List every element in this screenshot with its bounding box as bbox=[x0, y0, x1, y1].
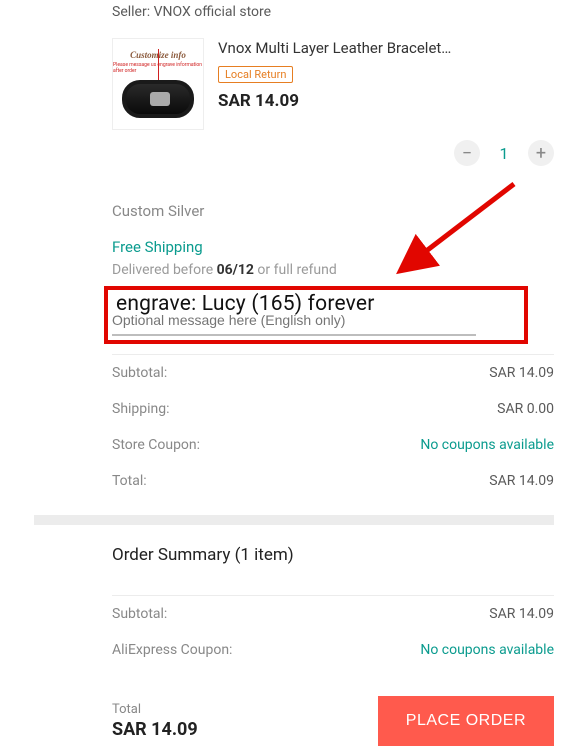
quantity-stepper: − 1 + bbox=[34, 134, 554, 176]
store-subtotal-row: Subtotal: SAR 14.09 bbox=[112, 355, 554, 391]
row-value[interactable]: No coupons available bbox=[420, 437, 554, 453]
bottom-total-value: SAR 14.09 bbox=[112, 719, 198, 740]
bottom-total-label: Total bbox=[112, 702, 198, 717]
product-row: Customize info Please message us engrave… bbox=[34, 30, 554, 134]
shipping-block[interactable]: Free Shipping Delivered before 06/12 or … bbox=[34, 238, 554, 294]
engrave-overlay-text: engrave: Lucy (165) forever bbox=[116, 292, 375, 316]
free-shipping-label: Free Shipping bbox=[112, 238, 554, 256]
row-label: Store Coupon: bbox=[112, 437, 200, 453]
bottom-bar: Total SAR 14.09 PLACE ORDER bbox=[112, 686, 554, 746]
qty-plus-button[interactable]: + bbox=[528, 140, 554, 166]
bottom-total: Total SAR 14.09 bbox=[112, 702, 198, 740]
qty-value: 1 bbox=[498, 144, 510, 163]
store-coupon-row[interactable]: Store Coupon: No coupons available bbox=[112, 427, 554, 463]
variant-label: Custom Silver bbox=[34, 176, 554, 238]
row-value: SAR 14.09 bbox=[489, 473, 554, 489]
deliv-date: 06/12 bbox=[217, 262, 254, 278]
delivery-line: Delivered before 06/12 or full refund bbox=[112, 262, 554, 278]
row-value[interactable]: No coupons available bbox=[420, 642, 554, 658]
deliv-prefix: Delivered before bbox=[112, 262, 213, 278]
row-value: SAR 0.00 bbox=[497, 401, 554, 417]
row-label: Subtotal: bbox=[112, 606, 167, 622]
store-shipping-row: Shipping: SAR 0.00 bbox=[112, 391, 554, 427]
product-title[interactable]: Vnox Multi Layer Leather Bracelet… bbox=[218, 38, 554, 58]
row-label: Total: bbox=[112, 473, 147, 489]
row-value: SAR 14.09 bbox=[489, 606, 554, 622]
qty-minus-button[interactable]: − bbox=[454, 140, 480, 166]
row-value: SAR 14.09 bbox=[489, 365, 554, 381]
engrave-section: engrave: Lucy (165) forever bbox=[34, 294, 554, 336]
seller-prefix: Seller: bbox=[112, 4, 150, 20]
row-label: Subtotal: bbox=[112, 365, 167, 381]
bracelet-icon bbox=[122, 80, 194, 118]
order-summary-title: Order Summary (1 item) bbox=[34, 525, 554, 577]
product-info: Vnox Multi Layer Leather Bracelet… Local… bbox=[218, 38, 554, 130]
store-total-row: Total: SAR 14.09 bbox=[112, 463, 554, 499]
seller-line: Seller: VNOX official store bbox=[34, 0, 554, 30]
row-label: Shipping: bbox=[112, 401, 170, 417]
section-separator bbox=[34, 515, 554, 525]
row-label: AliExpress Coupon: bbox=[112, 642, 232, 658]
seller-name[interactable]: VNOX official store bbox=[154, 4, 271, 20]
product-price: SAR 14.09 bbox=[218, 91, 554, 111]
order-subtotal-row: Subtotal: SAR 14.09 bbox=[112, 596, 554, 632]
order-coupon-row[interactable]: AliExpress Coupon: No coupons available bbox=[112, 632, 554, 668]
place-order-button[interactable]: PLACE ORDER bbox=[378, 696, 554, 746]
local-return-badge: Local Return bbox=[218, 66, 293, 83]
deliv-suffix: or full refund bbox=[257, 262, 336, 278]
product-thumbnail[interactable]: Customize info Please message us engrave… bbox=[112, 38, 204, 130]
